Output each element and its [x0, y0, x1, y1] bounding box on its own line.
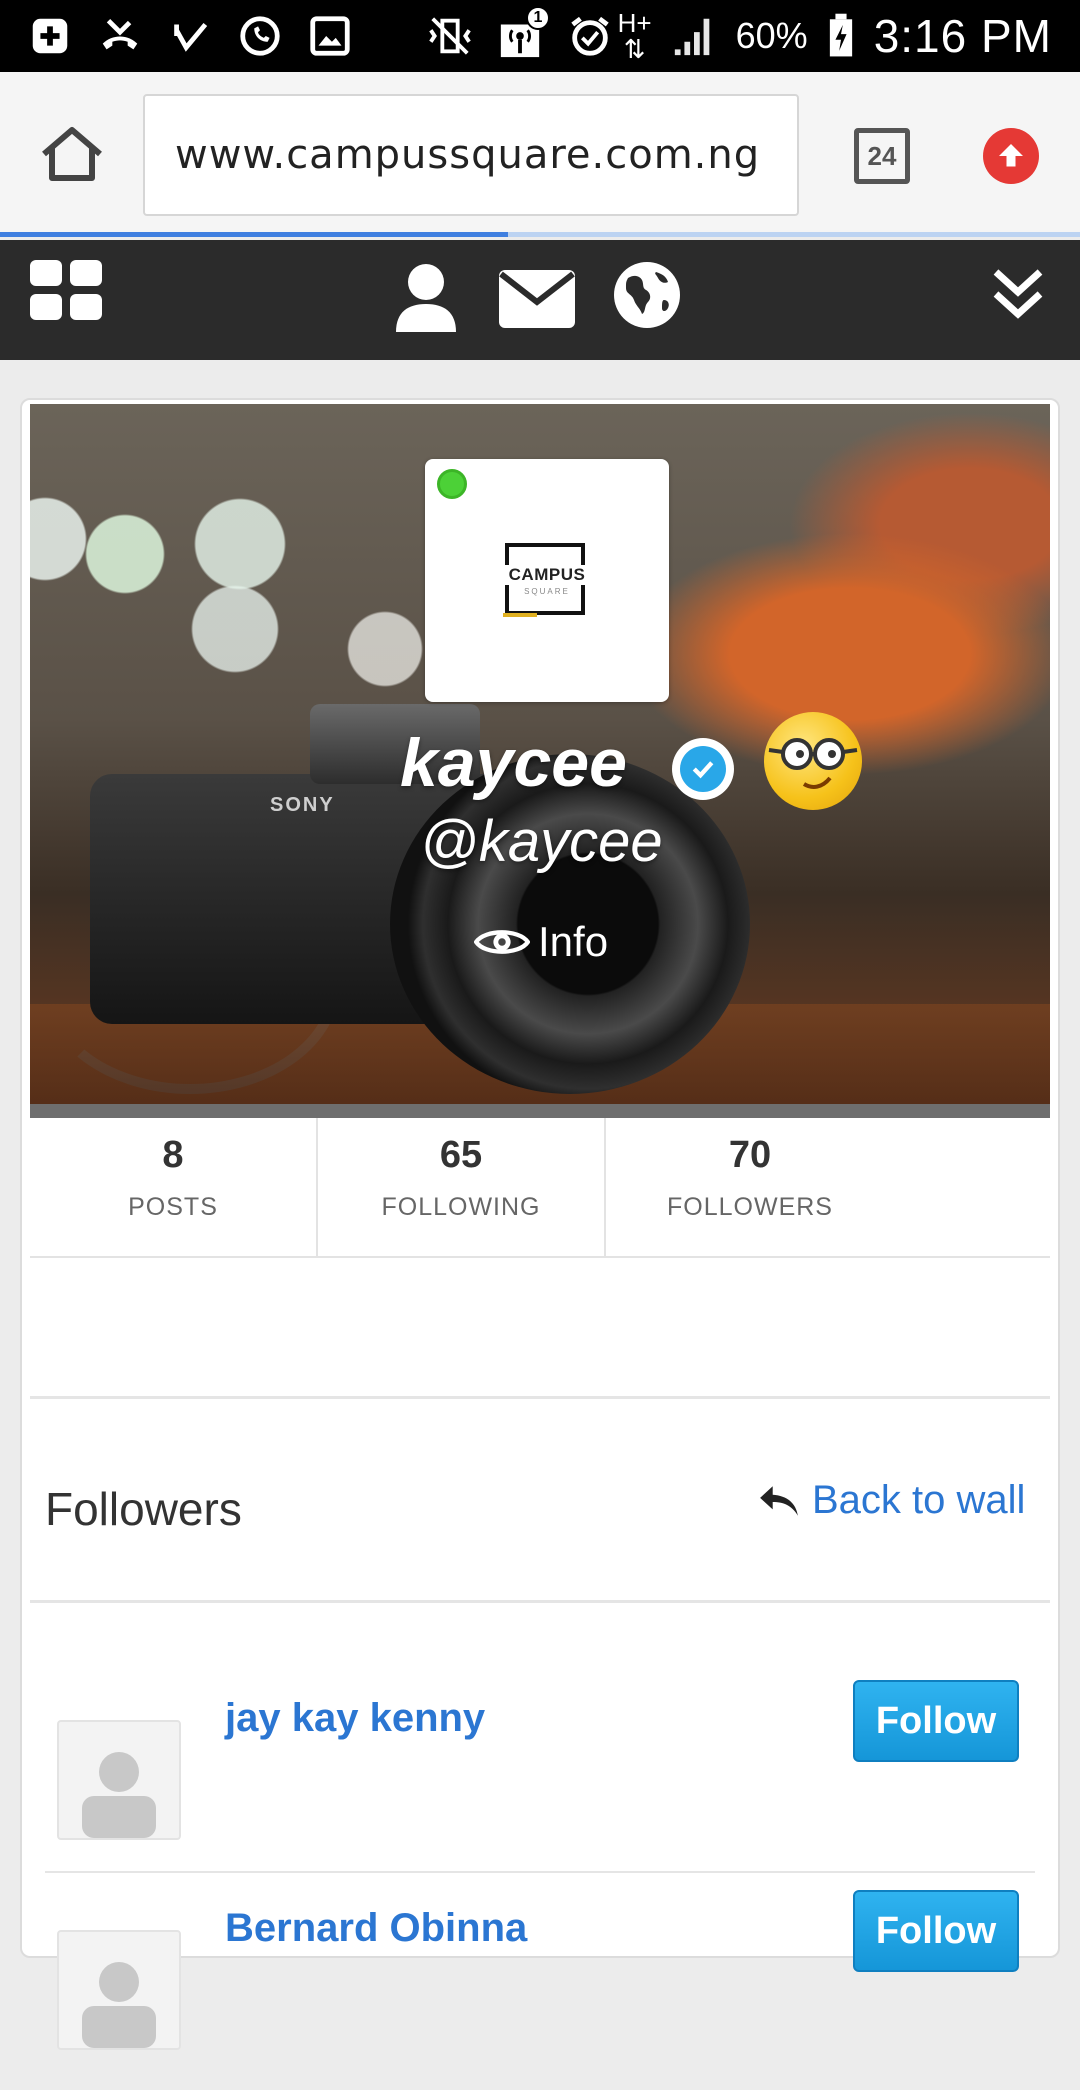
vibrate-icon	[426, 12, 474, 60]
stat-value: 65	[439, 1134, 483, 1176]
nerd-emoji-icon	[764, 712, 862, 810]
row-separator	[45, 1871, 1035, 1873]
home-icon	[42, 127, 102, 181]
envelope-icon	[499, 270, 575, 328]
alarm-icon	[566, 12, 614, 60]
stat-followers[interactable]: 70 FOLLOWERS	[606, 1118, 894, 1258]
profile-nav-button[interactable]	[394, 262, 458, 332]
notification-badge: 1	[526, 6, 550, 30]
stat-value: 70	[728, 1134, 772, 1176]
explore-nav-button[interactable]	[612, 260, 682, 330]
browser-toolbar: www.campussquare.com.ng 24	[0, 72, 1080, 237]
site-navbar	[0, 240, 1080, 360]
follower-avatar[interactable]	[57, 1720, 181, 1840]
back-to-wall-label: Back to wall	[812, 1478, 1026, 1522]
list-item: jay kay kenny Follow	[45, 1680, 1035, 1880]
follow-button[interactable]: Follow	[853, 1680, 1019, 1762]
cover-camera-brand: SONY	[270, 794, 335, 816]
default-user-icon	[82, 1962, 156, 2048]
check-icon	[166, 12, 214, 60]
stat-label: FOLLOWING	[381, 1193, 541, 1221]
hotspot-icon: 1	[496, 6, 550, 60]
online-status-indicator	[437, 469, 467, 499]
grid-menu-button[interactable]	[28, 258, 104, 322]
messages-nav-button[interactable]	[497, 264, 577, 330]
follower-name[interactable]: Bernard Obinna	[225, 1906, 527, 1951]
logo-text: CAMPUS	[497, 565, 597, 585]
signal-icon	[670, 12, 718, 60]
list-item: Bernard Obinna Follow	[45, 1890, 1035, 2090]
page-load-progress	[0, 232, 1080, 237]
profile-handle: @kaycee	[420, 809, 663, 874]
home-button[interactable]	[38, 124, 106, 184]
profile-avatar[interactable]: CAMPUS SQUARE	[425, 459, 669, 702]
more-menu-button[interactable]	[990, 264, 1046, 324]
user-icon	[396, 264, 456, 332]
url-text: www.campussquare.com.ng	[175, 132, 761, 178]
follower-avatar[interactable]	[57, 1930, 181, 2050]
follow-button[interactable]: Follow	[853, 1890, 1019, 1972]
stat-following[interactable]: 65 FOLLOWING	[318, 1118, 606, 1258]
globe-icon	[614, 262, 680, 328]
status-bar: 1 H+ ⇅ 60% 3:16 PM	[0, 0, 1080, 72]
cover-bottom-bar	[30, 1104, 1050, 1118]
section-divider	[30, 1600, 1050, 1603]
whatsapp-icon	[236, 12, 284, 60]
stat-label: FOLLOWERS	[667, 1193, 833, 1221]
verified-badge-icon	[672, 738, 734, 800]
default-user-icon	[82, 1752, 156, 1838]
stat-label: POSTS	[128, 1193, 218, 1221]
eye-icon	[474, 930, 530, 954]
page-load-progress-fill	[0, 232, 508, 237]
image-icon	[306, 12, 354, 60]
info-label: Info	[538, 918, 609, 965]
missed-call-icon	[96, 12, 144, 60]
upload-button[interactable]	[983, 128, 1039, 184]
follower-name[interactable]: jay kay kenny	[225, 1696, 485, 1741]
double-chevron-down-icon	[993, 269, 1043, 319]
back-to-wall-link[interactable]: Back to wall	[758, 1478, 1025, 1523]
add-box-icon	[26, 12, 74, 60]
address-bar[interactable]: www.campussquare.com.ng	[143, 94, 799, 216]
logo-subtext: SQUARE	[524, 587, 570, 596]
section-divider	[30, 1396, 1050, 1399]
tab-switcher-button[interactable]: 24	[854, 128, 910, 184]
clock: 3:16 PM	[873, 10, 1052, 62]
arrow-up-icon	[999, 144, 1023, 167]
followers-heading: Followers	[45, 1483, 242, 1535]
info-link[interactable]: Info	[474, 918, 608, 966]
stat-posts[interactable]: 8 POSTS	[30, 1118, 318, 1258]
profile-name: kaycee	[400, 725, 627, 801]
reply-arrow-icon	[760, 1485, 798, 1516]
grid-menu-icon	[30, 260, 102, 320]
tab-count: 24	[867, 140, 897, 171]
stat-value: 8	[162, 1134, 184, 1176]
profile-stats: 8 POSTS 65 FOLLOWING 70 FOLLOWERS	[30, 1118, 1050, 1258]
network-hplus-icon: H+ ⇅	[617, 8, 652, 64]
battery-icon	[826, 12, 856, 60]
battery-percentage: 60%	[735, 15, 808, 56]
